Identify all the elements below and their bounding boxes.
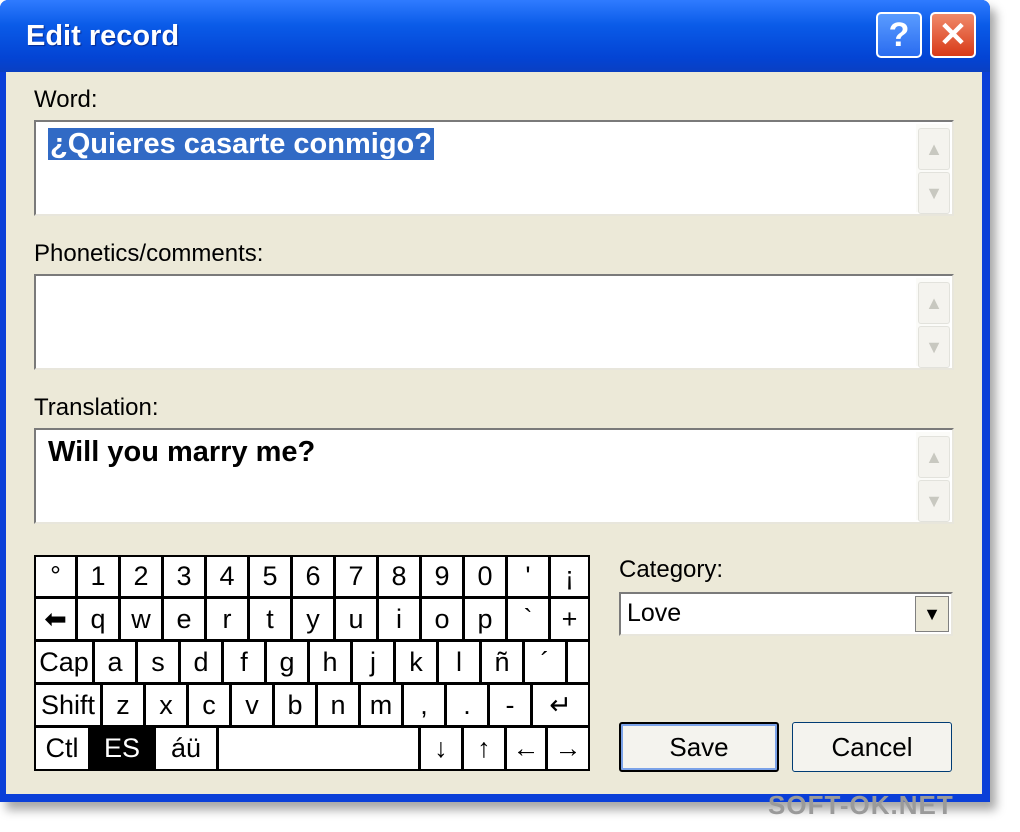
key-n-tilde[interactable]: ñ [482,642,522,682]
key-b[interactable]: b [275,685,315,725]
word-value: ¿Quieres casarte conmigo? [48,128,434,160]
word-field[interactable]: ¿Quieres casarte conmigo? ▲ ▼ [34,120,954,216]
phonetics-label: Phonetics/comments: [34,240,264,267]
key-m[interactable]: m [361,685,401,725]
arrow-left-icon[interactable]: ← [507,728,545,769]
key-minus[interactable]: - [490,685,530,725]
key-z[interactable]: z [103,685,143,725]
key-u[interactable]: u [336,599,376,639]
key-8[interactable]: 8 [379,557,419,596]
key-degree[interactable]: ° [36,557,75,596]
key-apostrophe[interactable]: ' [508,557,548,596]
scroll-down-icon[interactable]: ▼ [918,326,950,368]
arrow-right-icon[interactable]: → [548,728,588,769]
key-q[interactable]: q [78,599,118,639]
close-button[interactable]: ✕ [930,12,976,58]
key-7[interactable]: 7 [336,557,376,596]
title-bar[interactable]: Edit record ? ✕ [0,0,990,72]
phonetics-field[interactable]: ▲ ▼ [34,274,954,370]
key-5[interactable]: 5 [250,557,290,596]
category-select[interactable]: Love ▼ [619,592,953,636]
key-j[interactable]: j [353,642,393,682]
key-a[interactable]: a [95,642,135,682]
key-t[interactable]: t [250,599,290,639]
key-accents[interactable]: áü [156,728,216,769]
key-p[interactable]: p [465,599,505,639]
key-o[interactable]: o [422,599,462,639]
scroll-up-icon[interactable]: ▲ [918,128,950,170]
key-plus[interactable]: + [551,599,588,639]
arrow-down-icon[interactable]: ↓ [421,728,461,769]
translation-value: Will you marry me? [48,436,316,468]
scroll-down-icon[interactable]: ▼ [918,480,950,522]
category-value: Love [627,599,682,627]
key-r[interactable]: r [207,599,247,639]
scroll-up-icon[interactable]: ▲ [918,436,950,478]
key-language-es[interactable]: ES [91,728,153,769]
key-y[interactable]: y [293,599,333,639]
key-ctrl[interactable]: Ctl [36,728,88,769]
key-space[interactable] [219,728,418,769]
key-l[interactable]: l [439,642,479,682]
key-inverted-exclamation[interactable]: ¡ [551,557,588,596]
enter-icon[interactable]: ↵ [533,685,588,725]
key-6[interactable]: 6 [293,557,333,596]
save-button[interactable]: Save [619,722,779,772]
key-i[interactable]: i [379,599,419,639]
key-grave[interactable]: ` [508,599,548,639]
window-title: Edit record [26,20,180,52]
translation-scrollbar[interactable]: ▲ ▼ [916,432,950,522]
key-period[interactable]: . [447,685,487,725]
key-e[interactable]: e [164,599,204,639]
key-d[interactable]: d [181,642,221,682]
key-s[interactable]: s [138,642,178,682]
help-button[interactable]: ? [876,12,922,58]
virtual-keyboard: ° 1 2 3 4 5 6 7 8 9 0 ' ¡ ⬅ q w e r t y … [34,555,590,771]
key-v[interactable]: v [232,685,272,725]
key-shift[interactable]: Shift [36,685,100,725]
scroll-up-icon[interactable]: ▲ [918,282,950,324]
key-2[interactable]: 2 [121,557,161,596]
key-h[interactable]: h [310,642,350,682]
word-scrollbar[interactable]: ▲ ▼ [916,124,950,214]
cancel-button[interactable]: Cancel [792,722,952,772]
key-x[interactable]: x [146,685,186,725]
key-w[interactable]: w [121,599,161,639]
key-n[interactable]: n [318,685,358,725]
key-acute[interactable]: ´ [525,642,565,682]
key-g[interactable]: g [267,642,307,682]
key-comma[interactable]: , [404,685,444,725]
key-backspace[interactable]: ⬅ [36,599,75,639]
scroll-down-icon[interactable]: ▼ [918,172,950,214]
key-1[interactable]: 1 [78,557,118,596]
key-k[interactable]: k [396,642,436,682]
watermark: SOFT-OK.NET [768,790,954,820]
key-caps-lock[interactable]: Cap [36,642,92,682]
key-3[interactable]: 3 [164,557,204,596]
chevron-down-icon[interactable]: ▼ [915,596,949,632]
word-label: Word: [34,86,98,113]
key-9[interactable]: 9 [422,557,462,596]
key-c[interactable]: c [189,685,229,725]
category-label: Category: [619,556,724,583]
translation-field[interactable]: Will you marry me? ▲ ▼ [34,428,954,524]
translation-label: Translation: [34,394,159,421]
key-blank [568,642,588,682]
key-0[interactable]: 0 [465,557,505,596]
arrow-up-icon[interactable]: ↑ [464,728,504,769]
phonetics-scrollbar[interactable]: ▲ ▼ [916,278,950,368]
key-4[interactable]: 4 [207,557,247,596]
key-f[interactable]: f [224,642,264,682]
